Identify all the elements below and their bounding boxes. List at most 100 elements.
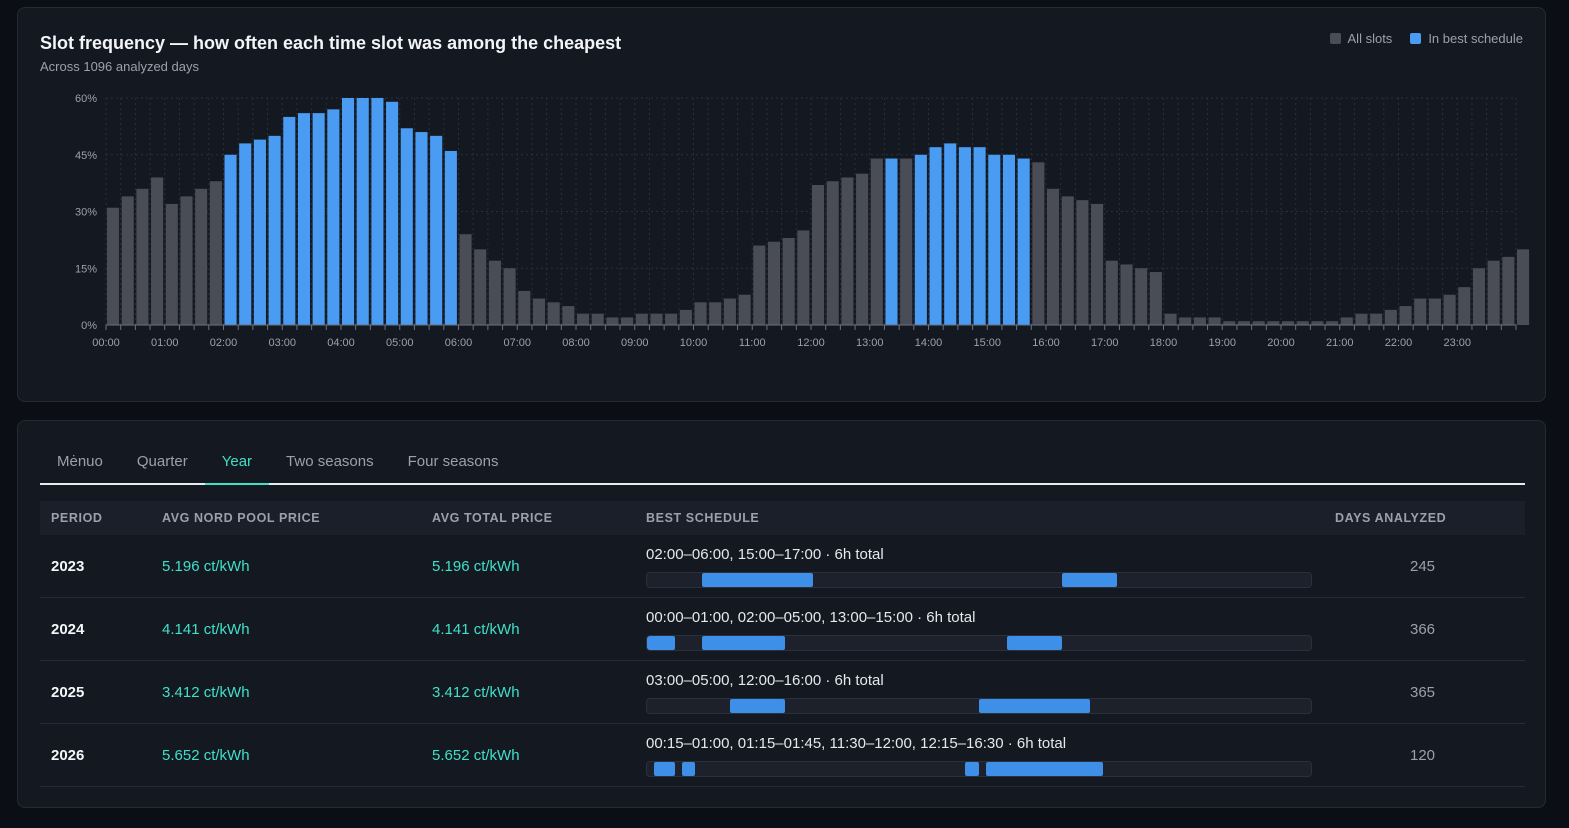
bar-best-schedule-slot (268, 135, 281, 325)
table-row: 2026 5.652 ct/kWh 5.652 ct/kWh 00:15–01:00,… (40, 724, 1525, 787)
bar-slot (136, 188, 149, 325)
schedule-timeline-bar (646, 572, 1312, 588)
tab-four-seasons[interactable]: Four seasons (391, 447, 516, 483)
bar-slot (738, 294, 751, 325)
bar-best-schedule-slot (1017, 158, 1030, 325)
period-tabs: Mėnuo Quarter Year Two seasons Four seas… (40, 447, 1525, 485)
slot-frequency-card: Slot frequency — how often each time slo… (17, 7, 1546, 402)
x-tick-label: 08:00 (562, 337, 590, 349)
bar-slot (782, 237, 795, 325)
schedule-segment (985, 762, 1104, 776)
bar-best-schedule-slot (944, 143, 957, 325)
schedule-segment (681, 762, 696, 776)
bar-best-schedule-slot (386, 101, 399, 326)
schedule-segment (1006, 636, 1062, 650)
row-days-analyzed: 245 (1410, 557, 1436, 575)
bar-slot (1326, 321, 1339, 325)
x-tick-label: 04:00 (327, 337, 355, 349)
schedule-timeline-bar (646, 761, 1312, 777)
bar-best-schedule-slot (988, 154, 1001, 325)
header-avg-total-price: AVG TOTAL PRICE (432, 511, 553, 525)
bar-slot (679, 309, 692, 325)
tab-quarter[interactable]: Quarter (120, 447, 205, 483)
x-tick-label: 15:00 (973, 337, 1001, 349)
bar-slot (1282, 321, 1295, 325)
bar-slot (121, 196, 134, 325)
header-days-analyzed: DAYS ANALYZED (1335, 511, 1447, 525)
schedule-segment (1062, 573, 1118, 587)
bar-slot (195, 188, 208, 325)
bar-slot (532, 298, 546, 325)
bar-slot (151, 177, 164, 325)
tab-two-seasons[interactable]: Two seasons (269, 447, 391, 483)
schedule-text: 00:00–01:00, 02:00–05:00, 13:00–15:00 · … (646, 609, 976, 626)
table-row: 2023 5.196 ct/kWh 5.196 ct/kWh 02:00–06:00,… (40, 535, 1525, 598)
x-tick-label: 12:00 (797, 337, 825, 349)
row-avg-total-price: 4.141 ct/kWh (432, 620, 520, 638)
bar-best-schedule-slot (415, 132, 428, 325)
bar-slot (459, 234, 472, 325)
bar-slot (767, 241, 781, 325)
bar-slot (1120, 264, 1133, 325)
bar-slot (165, 203, 178, 325)
bar-slot (1193, 317, 1206, 325)
bar-slot (797, 230, 810, 325)
x-tick-label: 01:00 (151, 337, 179, 349)
bar-slot (1428, 298, 1441, 325)
y-tick-label: 45% (75, 150, 97, 162)
x-tick-label: 23:00 (1443, 337, 1471, 349)
x-tick-label: 20:00 (1267, 337, 1295, 349)
bar-slot (1458, 287, 1471, 325)
period-table: PERIOD AVG NORD POOL PRICE AVG TOTAL PRI… (40, 501, 1525, 787)
x-tick-label: 10:00 (680, 337, 708, 349)
tab-year[interactable]: Year (204, 447, 270, 485)
schedule-segment (653, 762, 675, 776)
bar-best-schedule-slot (224, 154, 237, 325)
x-tick-label: 07:00 (503, 337, 531, 349)
bar-best-schedule-slot (283, 116, 296, 326)
bar-slot (1399, 306, 1412, 325)
x-tick-label: 22:00 (1385, 337, 1413, 349)
y-tick-label: 60% (75, 93, 97, 105)
bar-slot (870, 158, 883, 325)
row-avg-nord-pool-price: 3.412 ct/kWh (162, 683, 250, 701)
bar-slot (1237, 321, 1251, 325)
row-avg-nord-pool-price: 4.141 ct/kWh (162, 620, 250, 638)
bar-slot (1179, 317, 1192, 325)
bar-slot (621, 317, 634, 325)
bar-slot (826, 181, 839, 325)
x-tick-label: 09:00 (621, 337, 649, 349)
bar-slot (547, 302, 560, 325)
bar-slot (694, 302, 707, 325)
bar-slot (474, 249, 487, 325)
bar-slot (1208, 317, 1221, 325)
y-tick-label: 0% (81, 320, 97, 332)
schedule-text: 03:00–05:00, 12:00–16:00 · 6h total (646, 672, 884, 689)
x-tick-label: 02:00 (210, 337, 238, 349)
bar-slot (1414, 298, 1427, 325)
header-best-schedule: BEST SCHEDULE (646, 511, 760, 525)
bar-slot (1135, 268, 1148, 325)
x-tick-label: 14:00 (915, 337, 943, 349)
bar-slot (1355, 313, 1368, 325)
tab-month[interactable]: Mėnuo (40, 447, 120, 483)
y-tick-label: 15% (75, 263, 97, 275)
bar-best-schedule-slot (253, 139, 266, 325)
bar-slot (518, 290, 531, 325)
period-summary-card: Mėnuo Quarter Year Two seasons Four seas… (17, 420, 1546, 808)
bar-slot (107, 207, 120, 325)
bar-best-schedule-slot (327, 109, 340, 325)
row-avg-total-price: 5.196 ct/kWh (432, 557, 520, 575)
bar-slot (753, 245, 766, 325)
bar-slot (900, 158, 913, 325)
bar-best-schedule-slot (239, 143, 252, 325)
bar-slot (1267, 321, 1280, 325)
bar-best-schedule-slot (929, 147, 942, 325)
bar-slot (1472, 268, 1486, 325)
bar-slot (1105, 260, 1118, 325)
bar-best-schedule-slot (430, 135, 443, 325)
bar-slot (606, 317, 619, 325)
bar-best-schedule-slot (914, 154, 927, 325)
bar-slot (1223, 321, 1236, 325)
bar-best-schedule-slot (885, 158, 898, 325)
